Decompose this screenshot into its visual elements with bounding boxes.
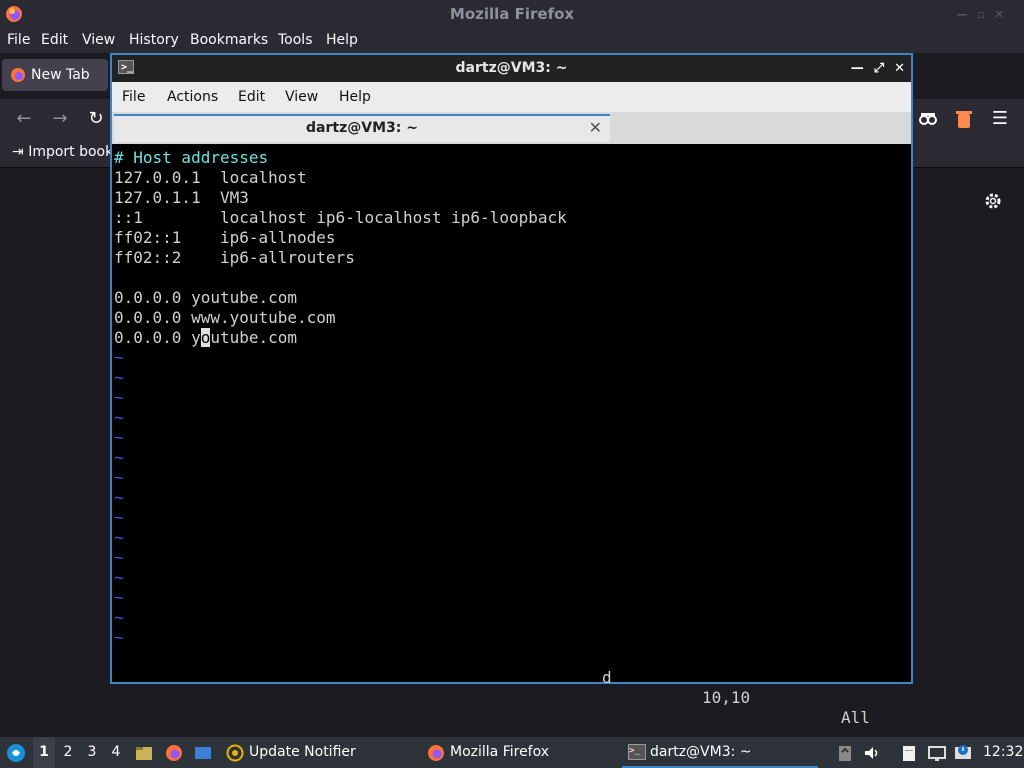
file-line: 0.0.0.0 youtube.com (114, 288, 298, 307)
firefox-titlebar: Mozilla Firefox —▫✕ (0, 0, 1024, 29)
terminal-window-controls: — ⤢ ✕ (841, 55, 905, 82)
empty-line-tilde: ~ (114, 448, 124, 467)
menu-tools[interactable]: Tools (278, 32, 313, 48)
workspace-4[interactable]: 4 (105, 737, 127, 768)
menu-edit[interactable]: Edit (41, 32, 68, 48)
file-line: # Host addresses (114, 148, 269, 167)
terminal-window: >_ dartz@VM3: ~ — ⤢ ✕ File Actions Edit Vi… (110, 53, 913, 727)
empty-line-tilde: ~ (114, 568, 124, 587)
workspace-3[interactable]: 3 (81, 737, 103, 768)
empty-line-tilde: ~ (114, 548, 124, 567)
menu-view[interactable]: View (82, 32, 115, 48)
menu-history[interactable]: History (129, 32, 179, 48)
maximize-icon[interactable]: ⤢ (874, 61, 884, 76)
workspace-2[interactable]: 2 (57, 737, 79, 768)
gear-icon[interactable] (982, 190, 1004, 212)
empty-line-tilde: ~ (114, 508, 124, 527)
taskbar-app-update-notifier[interactable]: Update Notifier (249, 737, 356, 768)
clipboard-icon[interactable] (836, 744, 854, 762)
firefox-app-icon (428, 745, 444, 761)
terminal-icon: >_ (118, 60, 134, 74)
taskbar-terminal-label: dartz@VM3: ~ (650, 744, 752, 760)
cursor-line: 0.0.0.0 youtube.com (114, 328, 297, 348)
empty-line-tilde: ~ (114, 488, 124, 507)
minimize-icon[interactable]: — (851, 61, 864, 76)
tab-close-icon[interactable]: ✕ (589, 116, 602, 140)
text-cursor: o (200, 328, 211, 347)
empty-line-tilde: ~ (114, 368, 124, 387)
file-line: ::1 localhost ip6-localhost ip6-loopback (114, 208, 567, 227)
close-icon[interactable]: ✕ (894, 61, 905, 76)
file-manager-icon[interactable] (135, 744, 153, 762)
empty-line-tilde: ~ (114, 348, 124, 367)
tab-label: New Tab (31, 67, 90, 83)
empty-line-tilde: ~ (114, 628, 124, 647)
file-line: 0.0.0.0 www.youtube.com (114, 308, 336, 327)
terminal-app-icon: >_ (628, 744, 646, 760)
file-line: 127.0.0.1 localhost (114, 168, 307, 187)
empty-line-tilde: ~ (114, 588, 124, 607)
file-line: ff02::1 ip6-allnodes (114, 228, 336, 247)
terminal-tab[interactable]: dartz@VM3: ~ ✕ (114, 114, 610, 142)
forward-arrow-icon[interactable]: → (48, 107, 72, 131)
firefox-menubar: File Edit View History Bookmarks Tools H… (0, 29, 1024, 53)
firefox-launcher-icon[interactable] (165, 744, 183, 762)
empty-line-tilde: ~ (114, 608, 124, 627)
term-menu-help[interactable]: Help (339, 89, 371, 105)
cursor-position: 10,10 (702, 688, 751, 707)
menu-bookmarks[interactable]: Bookmarks (190, 32, 268, 48)
terminal-window-title: dartz@VM3: ~ (455, 60, 568, 76)
reload-icon[interactable]: ↻ (84, 107, 108, 131)
hamburger-menu-icon[interactable]: ☰ (988, 107, 1012, 131)
firefox-window-controls[interactable]: —▫✕ (956, 0, 1014, 29)
import-bookmarks-link[interactable]: ⇥ Import book (12, 144, 113, 160)
firefox-tab-icon (11, 68, 25, 82)
term-menu-view[interactable]: View (285, 89, 318, 105)
cursor-line-after: utube.com (210, 328, 298, 347)
empty-line-tilde: ~ (114, 408, 124, 427)
firefox-window-title: Mozilla Firefox (449, 5, 575, 23)
tab-new-tab[interactable]: New Tab (2, 59, 108, 91)
scroll-indicator: All (841, 708, 870, 727)
private-mask-icon[interactable] (918, 109, 938, 129)
network-icon[interactable] (928, 744, 946, 762)
import-bookmarks-label: Import book (28, 144, 114, 160)
forget-trash-icon[interactable] (955, 109, 973, 129)
show-desktop-icon[interactable] (194, 744, 212, 762)
term-menu-edit[interactable]: Edit (238, 89, 265, 105)
menu-help[interactable]: Help (326, 32, 358, 48)
vim-status-line: d 10,10 All (114, 648, 909, 727)
file-line: 127.0.1.1 VM3 (114, 188, 249, 207)
empty-line-tilde: ~ (114, 468, 124, 487)
terminal-screen[interactable]: # Host addresses 127.0.0.1 localhost 127… (114, 146, 909, 727)
terminal-menubar: File Actions Edit View Help (112, 82, 911, 112)
empty-line-tilde: ~ (114, 528, 124, 547)
taskbar-app-terminal[interactable]: >_ dartz@VM3: ~ (622, 737, 818, 768)
terminal-tab-label: dartz@VM3: ~ (306, 120, 418, 136)
terminal-tabbar: dartz@VM3: ~ ✕ (112, 112, 911, 144)
menu-file[interactable]: File (7, 32, 30, 48)
clock: 12:32 (983, 744, 1024, 760)
empty-line-tilde: ~ (114, 388, 124, 407)
workspace-1[interactable]: 1 (33, 737, 55, 768)
back-arrow-icon[interactable]: ← (12, 107, 36, 131)
cursor-line-before: 0.0.0.0 y (114, 328, 201, 347)
notification-icon[interactable] (954, 744, 972, 762)
taskbar: 1 2 3 4 Update Notifier Mozilla Firefox … (0, 737, 1024, 768)
notes-icon[interactable] (900, 744, 918, 762)
term-menu-file[interactable]: File (122, 89, 145, 105)
taskbar-app-firefox[interactable]: Mozilla Firefox (450, 737, 549, 768)
terminal-titlebar[interactable]: >_ dartz@VM3: ~ — ⤢ ✕ (112, 55, 911, 82)
volume-icon[interactable] (863, 744, 881, 762)
term-menu-actions[interactable]: Actions (167, 89, 218, 105)
start-menu-icon[interactable] (6, 743, 26, 763)
update-notifier-icon (226, 744, 244, 762)
firefox-logo-icon (6, 6, 22, 22)
file-line: ff02::2 ip6-allrouters (114, 248, 355, 267)
empty-line-tilde: ~ (114, 428, 124, 447)
pending-command: d (602, 668, 612, 687)
